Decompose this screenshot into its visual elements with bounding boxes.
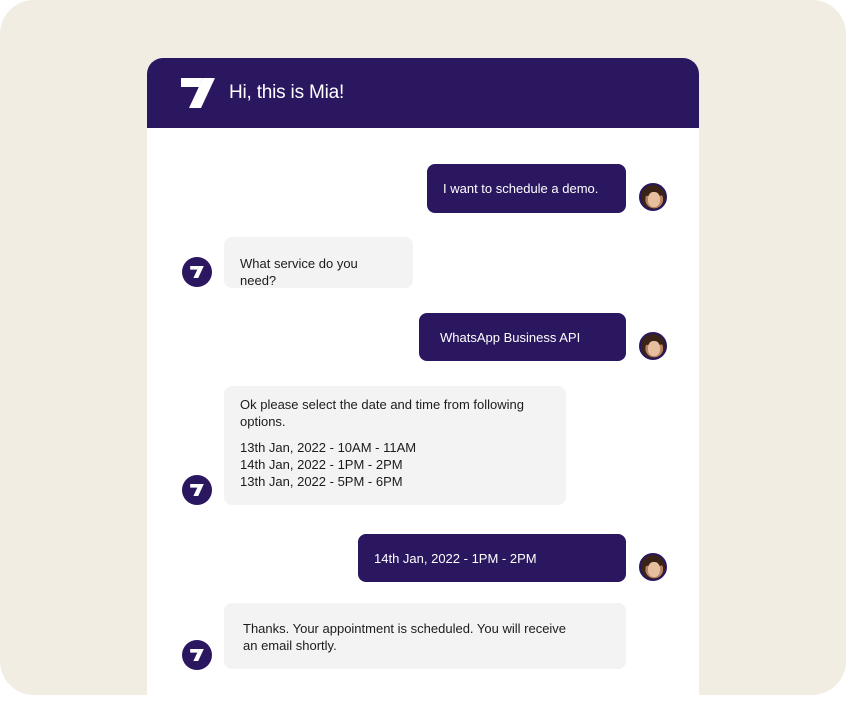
bot-avatar bbox=[182, 640, 212, 670]
brand-logo-icon bbox=[181, 78, 215, 108]
bot-message: What service do you need? bbox=[224, 237, 413, 288]
user-avatar bbox=[639, 332, 667, 360]
bot-logo-icon bbox=[190, 266, 204, 278]
message-text: I want to schedule a demo. bbox=[443, 181, 599, 196]
avatar-face bbox=[648, 191, 660, 207]
bot-message: Ok please select the date and time from … bbox=[224, 386, 566, 505]
user-message: 14th Jan, 2022 - 1PM - 2PM bbox=[358, 534, 626, 582]
date-option[interactable]: 14th Jan, 2022 - 1PM - 2PM bbox=[240, 456, 550, 473]
user-message: I want to schedule a demo. bbox=[427, 164, 626, 213]
user-avatar bbox=[639, 553, 667, 581]
avatar-face bbox=[648, 561, 660, 577]
chat-title: Hi, this is Mia! bbox=[229, 82, 345, 103]
avatar-face bbox=[648, 340, 660, 356]
date-option[interactable]: 13th Jan, 2022 - 5PM - 6PM bbox=[240, 473, 550, 490]
bot-logo-icon bbox=[190, 484, 204, 496]
bot-logo-icon bbox=[190, 649, 204, 661]
user-avatar bbox=[639, 183, 667, 211]
user-message: WhatsApp Business API bbox=[419, 313, 626, 361]
message-text: Thanks. Your appointment is scheduled. Y… bbox=[243, 621, 567, 653]
message-text: Ok please select the date and time from … bbox=[240, 397, 524, 429]
bot-avatar bbox=[182, 257, 212, 287]
message-text: 14th Jan, 2022 - 1PM - 2PM bbox=[374, 551, 537, 566]
bot-avatar bbox=[182, 475, 212, 505]
bot-message: Thanks. Your appointment is scheduled. Y… bbox=[224, 603, 626, 669]
date-option[interactable]: 13th Jan, 2022 - 10AM - 11AM bbox=[240, 439, 550, 456]
chat-header: Hi, this is Mia! bbox=[147, 58, 699, 128]
message-text: WhatsApp Business API bbox=[440, 330, 581, 345]
message-text: What service do you need? bbox=[240, 256, 358, 288]
